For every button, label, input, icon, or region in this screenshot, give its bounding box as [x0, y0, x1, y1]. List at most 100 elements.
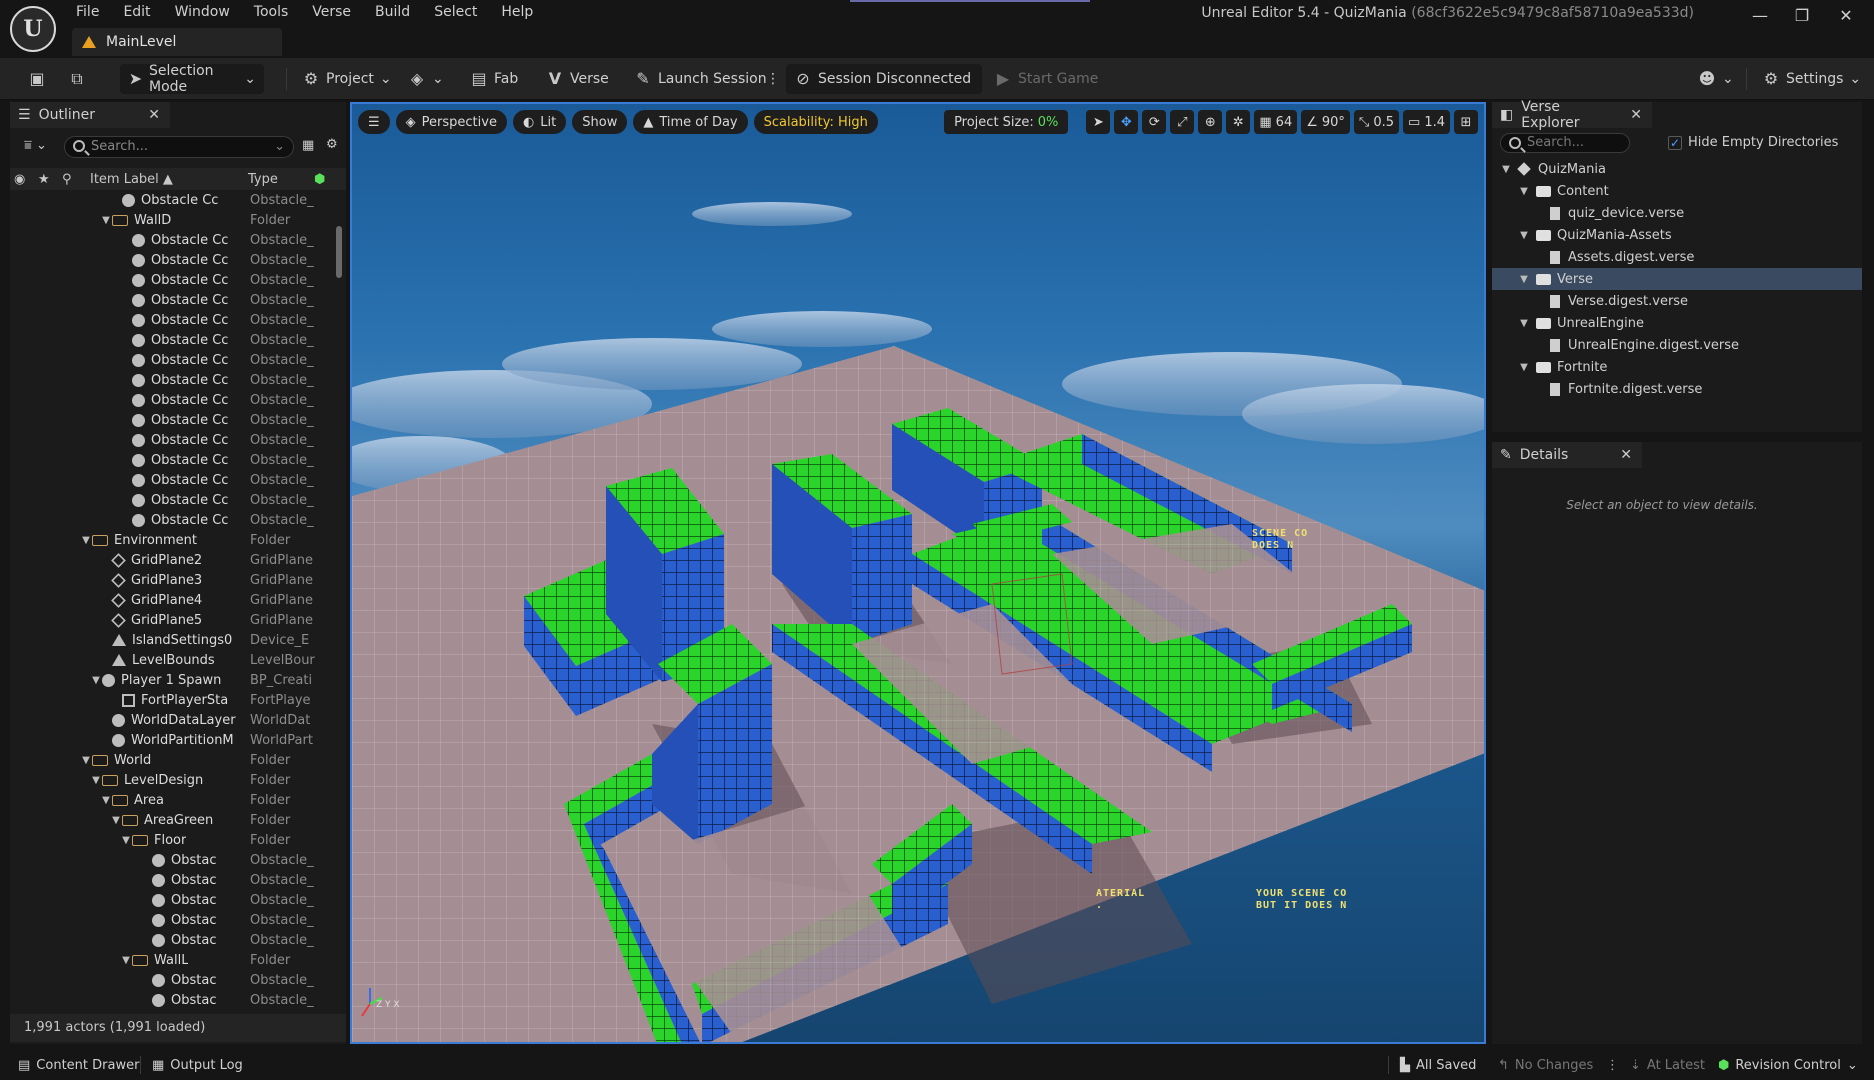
- item-label-column[interactable]: Item Label ▲: [90, 172, 173, 187]
- users-dropdown[interactable]: ☻ ⌄: [1690, 64, 1742, 94]
- outliner-actor-row[interactable]: GridPlane3 GridPlane: [10, 570, 332, 590]
- expand-caret-icon[interactable]: ▼: [1518, 274, 1530, 285]
- save-button[interactable]: ▣: [20, 64, 54, 94]
- outliner-actor-row[interactable]: Obstac Obstacle_: [10, 910, 332, 930]
- verse-file-row[interactable]: Verse.digest.verse: [1492, 290, 1862, 312]
- outliner-actor-row[interactable]: Obstac Obstacle_: [10, 930, 332, 950]
- outliner-actor-row[interactable]: Obstacle Cc Obstacle_: [10, 370, 332, 390]
- outliner-folder-row[interactable]: ▼ Environment Folder: [10, 530, 332, 550]
- close-icon[interactable]: ✕: [148, 107, 160, 123]
- verse-folder-row[interactable]: ▼ Content: [1492, 180, 1862, 202]
- expand-caret-icon[interactable]: ▼: [80, 535, 92, 546]
- outliner-scrollbar[interactable]: [336, 226, 342, 278]
- outliner-actor-row[interactable]: GridPlane2 GridPlane: [10, 550, 332, 570]
- outliner-actor-row[interactable]: Obstac Obstacle_: [10, 990, 332, 1010]
- level-tab[interactable]: MainLevel: [72, 28, 282, 56]
- restore-button[interactable]: ❐: [1782, 4, 1822, 28]
- outliner-actor-row[interactable]: Obstacle Cc Obstacle_: [10, 410, 332, 430]
- menu-item-help[interactable]: Help: [489, 2, 545, 22]
- close-icon[interactable]: ✕: [1620, 447, 1632, 463]
- expand-caret-icon[interactable]: ▼: [120, 955, 132, 966]
- revision-control-dropdown[interactable]: ⬢ Revision Control ⌄: [1718, 1050, 1858, 1080]
- outliner-actor-row[interactable]: LevelBounds LevelBour: [10, 650, 332, 670]
- no-changes-button[interactable]: ↰ No Changes: [1498, 1050, 1593, 1080]
- content-drawer-button[interactable]: ▤ Content Drawer: [18, 1050, 139, 1080]
- unreal-logo-icon[interactable]: U: [10, 6, 56, 52]
- hide-empty-directories-toggle[interactable]: ✓ Hide Empty Directories: [1668, 135, 1838, 150]
- level-viewport[interactable]: SCENE CO DOES N YOUR SCENE CO BUT IT DOE…: [350, 102, 1486, 1044]
- outliner-actor-row[interactable]: Obstacle Cc Obstacle_: [10, 250, 332, 270]
- expand-caret-icon[interactable]: ▼: [80, 755, 92, 766]
- expand-caret-icon[interactable]: ▼: [90, 675, 102, 686]
- grid-snap-button[interactable]: ▦ 64: [1254, 110, 1298, 134]
- outliner-actor-row[interactable]: ▼ Player 1 Spawn BP_Creati: [10, 670, 332, 690]
- scalability-dropdown[interactable]: Scalability: High: [753, 110, 878, 134]
- viewport-layout-button[interactable]: ⊞: [1454, 110, 1478, 134]
- output-log-button[interactable]: ▦ Output Log: [152, 1050, 243, 1080]
- outliner-actor-row[interactable]: Obstacle Cc Obstacle_: [10, 310, 332, 330]
- at-latest-button[interactable]: ⇣ At Latest: [1630, 1050, 1705, 1080]
- expand-caret-icon[interactable]: ▼: [1518, 362, 1530, 373]
- outliner-folder-row[interactable]: ▼ World Folder: [10, 750, 332, 770]
- launch-session-button[interactable]: ✎ Launch Session: [626, 64, 775, 94]
- outliner-actor-row[interactable]: Obstacle Cc Obstacle_: [10, 470, 332, 490]
- outliner-actor-row[interactable]: FortPlayerSta FortPlaye: [10, 690, 332, 710]
- expand-caret-icon[interactable]: ▼: [1500, 164, 1512, 175]
- outliner-search-input[interactable]: Search... ⌄: [64, 136, 294, 158]
- outliner-actor-row[interactable]: Obstacle Cc Obstacle_: [10, 230, 332, 250]
- close-window-button[interactable]: ✕: [1826, 4, 1866, 28]
- favorite-star-icon[interactable]: ★: [38, 172, 50, 187]
- scale-snap-button[interactable]: ⤡ 0.5: [1353, 110, 1400, 134]
- expand-caret-icon[interactable]: ▼: [100, 215, 112, 226]
- time-of-day-dropdown[interactable]: ▲ Time of Day: [633, 110, 748, 134]
- outliner-actor-row[interactable]: Obstac Obstacle_: [10, 870, 332, 890]
- add-folder-button[interactable]: ▦: [302, 138, 314, 153]
- verse-button[interactable]: V Verse: [538, 64, 617, 94]
- browse-button[interactable]: ⧉: [60, 64, 94, 94]
- outliner-actor-row[interactable]: Obstacle Cc Obstacle_: [10, 290, 332, 310]
- outliner-actor-row[interactable]: Obstacle Cc Obstacle_: [10, 190, 332, 210]
- outliner-settings-button[interactable]: ⚙: [326, 137, 338, 152]
- outliner-actor-row[interactable]: Obstacle Cc Obstacle_: [10, 350, 332, 370]
- expand-caret-icon[interactable]: ▼: [100, 795, 112, 806]
- viewport-menu-button[interactable]: ☰: [358, 110, 390, 134]
- scale-tool-button[interactable]: ⤢: [1170, 110, 1195, 134]
- checkbox-checked-icon[interactable]: ✓: [1668, 135, 1682, 150]
- camera-speed-button[interactable]: ▭ 1.4: [1403, 110, 1450, 134]
- rotation-snap-button[interactable]: ∠ 90°: [1301, 110, 1350, 134]
- perspective-dropdown[interactable]: ◈ Perspective: [395, 110, 507, 134]
- pin-icon[interactable]: ⚲: [62, 172, 72, 187]
- status-options-button[interactable]: ⋮: [1606, 1050, 1619, 1080]
- session-options-button[interactable]: ⋮: [758, 64, 788, 94]
- visibility-eye-icon[interactable]: ◉: [14, 172, 25, 187]
- outliner-folder-row[interactable]: ▼ WallD Folder: [10, 210, 332, 230]
- expand-caret-icon[interactable]: ▼: [120, 835, 132, 846]
- verse-folder-row[interactable]: ▼ QuizMania: [1492, 158, 1862, 180]
- all-saved-button[interactable]: ▙ All Saved: [1400, 1050, 1476, 1080]
- outliner-actor-row[interactable]: Obstacle Cc Obstacle_: [10, 390, 332, 410]
- verse-file-row[interactable]: Assets.digest.verse: [1492, 246, 1862, 268]
- menu-item-window[interactable]: Window: [163, 2, 242, 22]
- outliner-folder-row[interactable]: ▼ Floor Folder: [10, 830, 332, 850]
- outliner-folder-row[interactable]: ▼ Area Folder: [10, 790, 332, 810]
- outliner-actor-row[interactable]: WorldPartitionM WorldPart: [10, 730, 332, 750]
- outliner-folder-row[interactable]: ▼ AreaGreen Folder: [10, 810, 332, 830]
- filter-dropdown[interactable]: ⩸ ⌄: [24, 138, 47, 153]
- verse-file-row[interactable]: UnrealEngine.digest.verse: [1492, 334, 1862, 356]
- verse-folder-row[interactable]: ▼ Fortnite: [1492, 356, 1862, 378]
- project-size-readout[interactable]: Project Size: 0%: [944, 110, 1069, 134]
- rotate-tool-button[interactable]: ⟳: [1142, 110, 1167, 134]
- outliner-folder-row[interactable]: ▼ LevelDesign Folder: [10, 770, 332, 790]
- close-icon[interactable]: ✕: [1630, 107, 1642, 123]
- outliner-actor-row[interactable]: IslandSettings0 Device_E: [10, 630, 332, 650]
- lit-dropdown[interactable]: ◐ Lit: [512, 110, 567, 134]
- outliner-actor-row[interactable]: WorldDataLayer WorldDat: [10, 710, 332, 730]
- minimize-button[interactable]: —: [1740, 4, 1780, 28]
- verse-file-row[interactable]: quiz_device.verse: [1492, 202, 1862, 224]
- outliner-actor-row[interactable]: Obstac Obstacle_: [10, 850, 332, 870]
- outliner-actor-row[interactable]: GridPlane4 GridPlane: [10, 590, 332, 610]
- expand-caret-icon[interactable]: ▼: [110, 815, 122, 826]
- outliner-actor-row[interactable]: Obstacle Cc Obstacle_: [10, 430, 332, 450]
- details-tab[interactable]: ✎ Details ✕: [1492, 442, 1642, 468]
- add-content-dropdown[interactable]: ◈ ⌄: [400, 64, 452, 94]
